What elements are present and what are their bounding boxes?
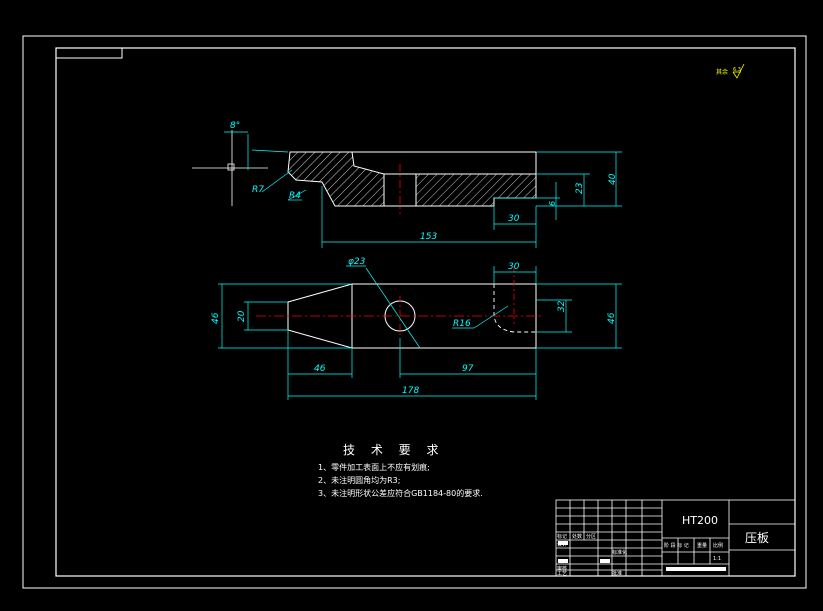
svg-text:重量: 重量 bbox=[697, 542, 707, 549]
svg-text:R4: R4 bbox=[289, 191, 301, 201]
requirements-title: 技 术 要 求 bbox=[343, 443, 445, 457]
requirement-item-2: 2、未注明圆角均为R3; bbox=[318, 476, 401, 485]
svg-text:6: 6 bbox=[548, 201, 557, 206]
svg-text:批准: 批准 bbox=[612, 570, 622, 577]
svg-text:工艺: 工艺 bbox=[557, 571, 567, 577]
front-view: 8° R7 R4 40 23 6 30 153 bbox=[192, 121, 622, 248]
svg-text:R7: R7 bbox=[252, 185, 264, 195]
top-view: φ23 30 46 20 R16 32 46 46 97 178 bbox=[211, 257, 622, 400]
section-hatch-left bbox=[287, 151, 385, 207]
svg-text:30: 30 bbox=[508, 214, 520, 224]
roughness-note: 其余 6.3 bbox=[716, 63, 745, 79]
svg-text:比例: 比例 bbox=[713, 542, 723, 549]
svg-text:φ23: φ23 bbox=[348, 257, 366, 267]
svg-text:标记: 标记 bbox=[557, 533, 567, 540]
top-view-slot bbox=[493, 284, 536, 333]
svg-text:46: 46 bbox=[607, 312, 617, 324]
svg-text:23: 23 bbox=[575, 182, 585, 194]
svg-text:46: 46 bbox=[314, 364, 326, 374]
svg-text:阶 段 标 记: 阶 段 标 记 bbox=[664, 542, 689, 549]
svg-text:标准化: 标准化 bbox=[612, 549, 627, 556]
svg-text:30: 30 bbox=[508, 262, 520, 272]
svg-text:32: 32 bbox=[557, 300, 567, 312]
svg-text:153: 153 bbox=[420, 232, 437, 242]
requirement-item-3: 3、未注明形状公差应符合GB1184-80的要求. bbox=[318, 489, 483, 498]
svg-text:8°: 8° bbox=[230, 121, 240, 131]
svg-text:97: 97 bbox=[462, 364, 474, 374]
svg-text:分区: 分区 bbox=[586, 533, 596, 540]
svg-text:R16: R16 bbox=[453, 319, 471, 329]
cad-drawing: 其余 6.3 8° R7 R4 40 23 6 30 153 φ23 30 46… bbox=[22, 35, 807, 589]
svg-text:其余: 其余 bbox=[716, 68, 728, 76]
svg-text:处数: 处数 bbox=[572, 533, 582, 540]
svg-text:HT200: HT200 bbox=[682, 514, 718, 527]
svg-text:40: 40 bbox=[608, 173, 618, 185]
svg-text:1:1: 1:1 bbox=[713, 556, 721, 562]
svg-text:20: 20 bbox=[237, 310, 247, 322]
svg-text:46: 46 bbox=[211, 312, 221, 324]
svg-text:设计: 设计 bbox=[557, 541, 567, 548]
title-block-text: HT200 压板 标记 处数 分区 设计 标准化 审核 工艺 批准 阶 段 标 … bbox=[557, 514, 769, 577]
svg-text:压板: 压板 bbox=[745, 531, 769, 545]
section-hatch-right bbox=[415, 173, 537, 207]
code-box bbox=[55, 47, 123, 59]
requirement-item-1: 1、零件加工表面上不应有划痕; bbox=[318, 463, 430, 472]
svg-text:178: 178 bbox=[402, 386, 419, 396]
